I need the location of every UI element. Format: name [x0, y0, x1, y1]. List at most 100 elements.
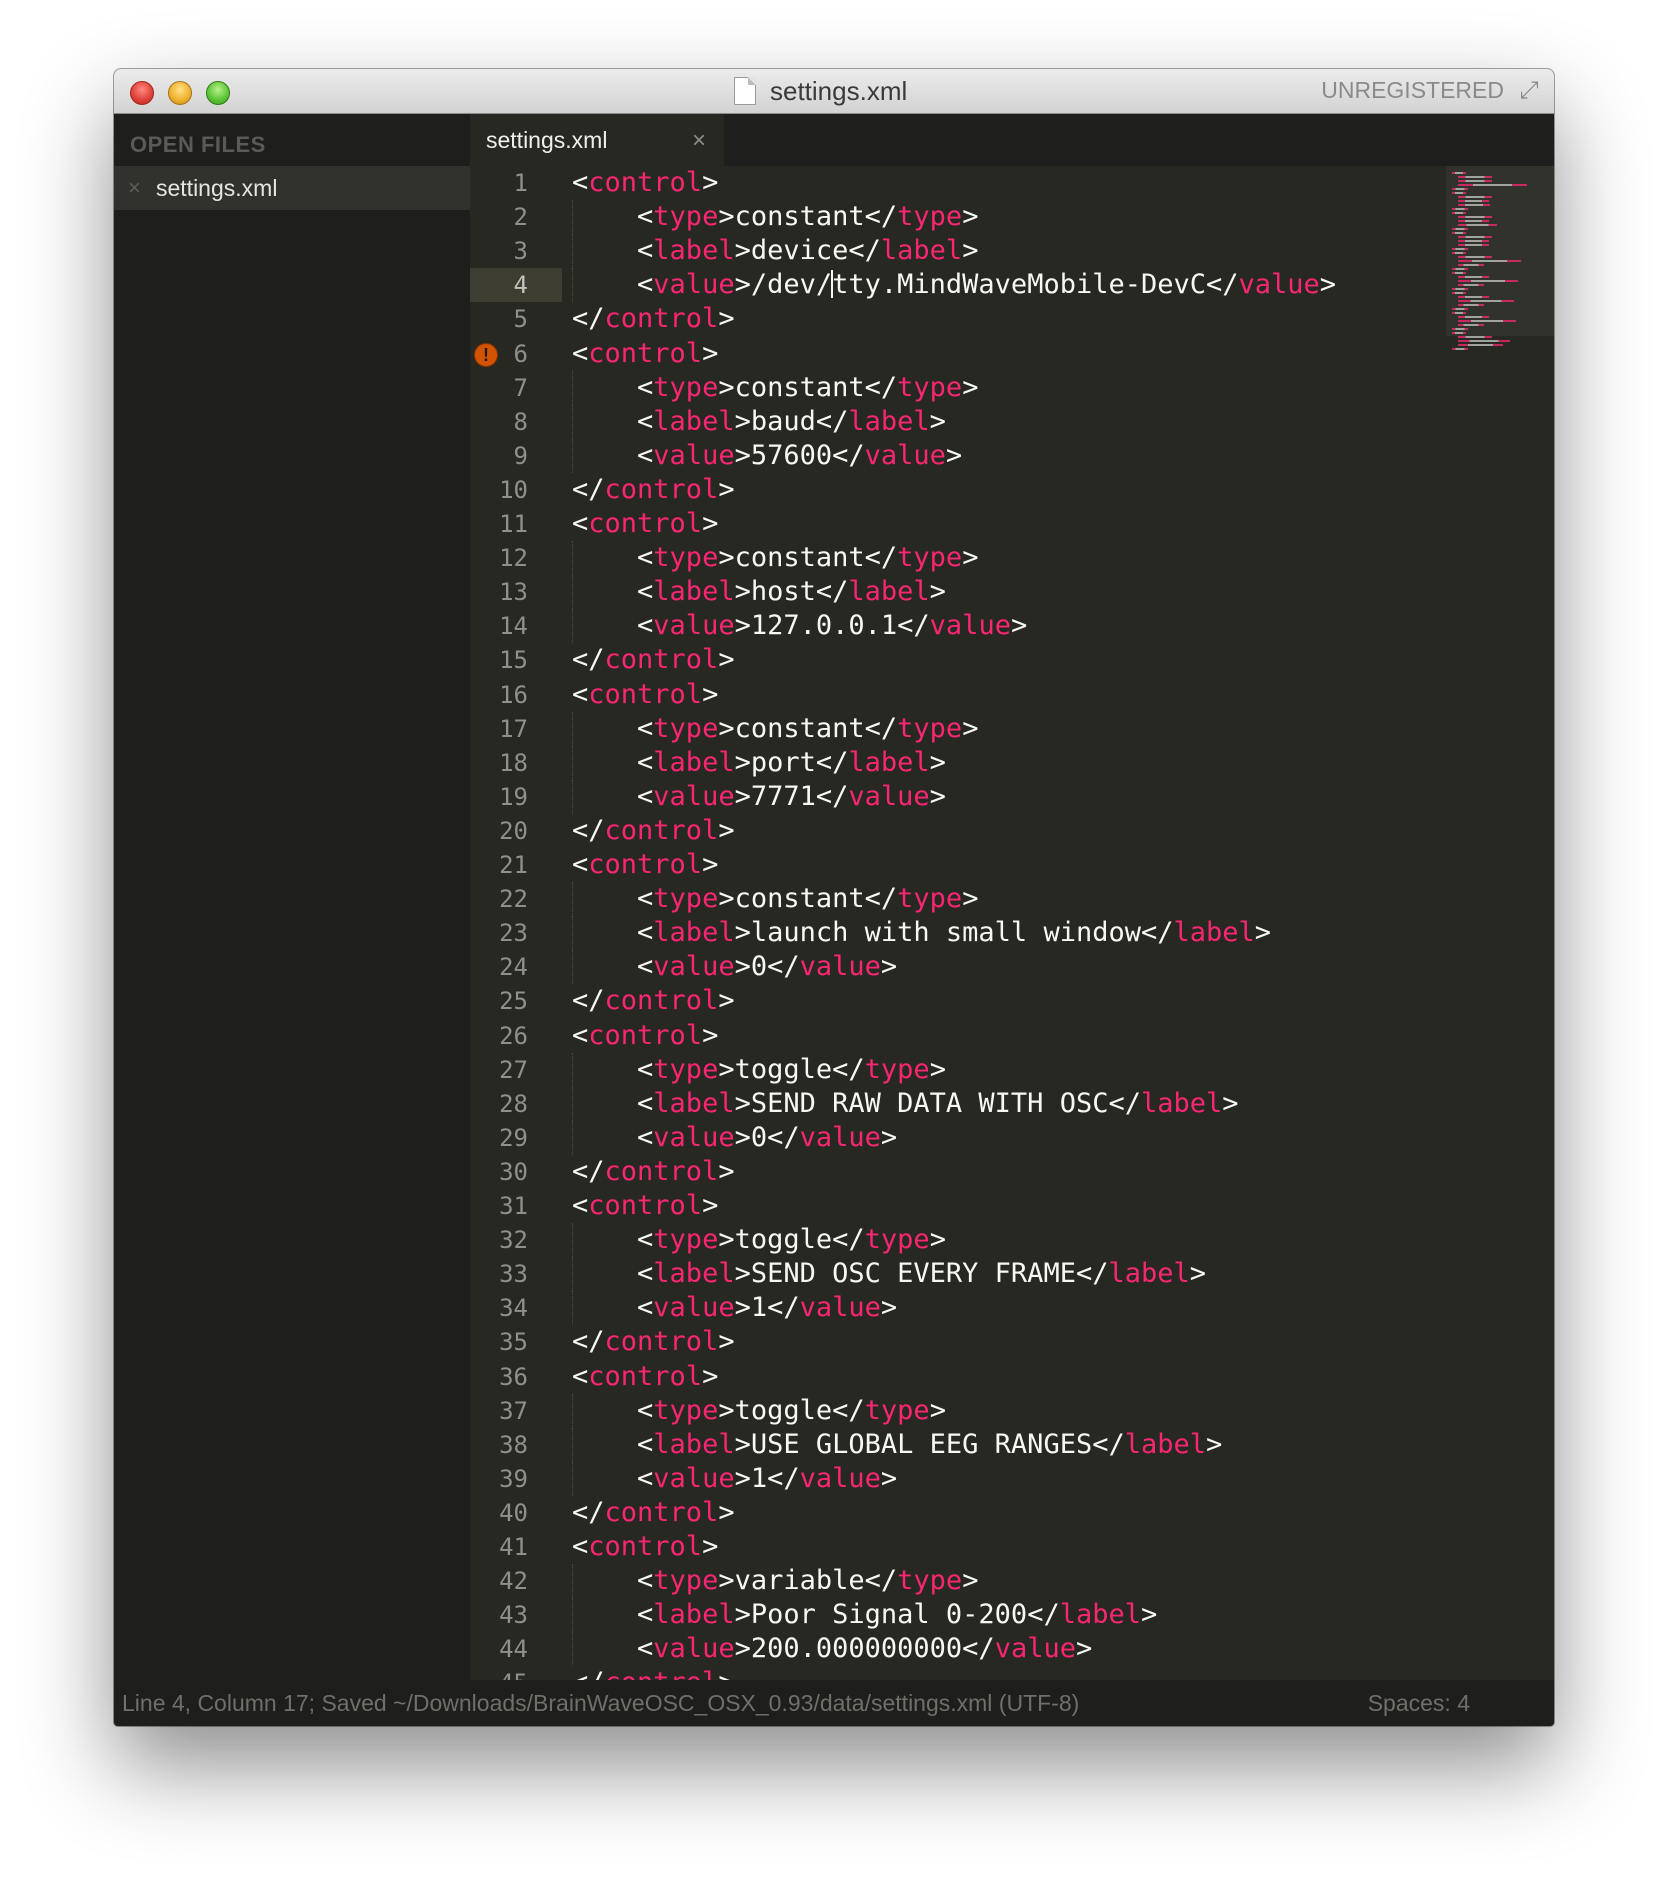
code-line[interactable]: 30 </control>: [470, 1155, 1450, 1189]
code-content: <control>: [572, 678, 719, 710]
code-line[interactable]: 41 <control>: [470, 1530, 1450, 1564]
code-line[interactable]: 2 <type>constant</type>: [470, 200, 1450, 235]
line-number: 43: [499, 1601, 528, 1630]
code-line[interactable]: 10 </control>: [470, 473, 1450, 507]
code-content: <value>1</value>: [637, 1462, 898, 1494]
code-line[interactable]: 16 <control>: [470, 678, 1450, 712]
line-number: 13: [499, 578, 528, 607]
code-line[interactable]: ! 6 <control>: [470, 337, 1450, 371]
code-line[interactable]: 18 <label>port</label>: [470, 745, 1450, 780]
code-text: <control>: [572, 337, 718, 371]
code-line[interactable]: 25 </control>: [470, 984, 1450, 1018]
code-line[interactable]: 37 <type>toggle</type>: [470, 1393, 1450, 1428]
code-text: <value>200.000000000</value>: [572, 1632, 1092, 1666]
minimap-line: [1458, 264, 1484, 266]
minimap-line: [1452, 332, 1467, 334]
code-line[interactable]: 43 <label>Poor Signal 0-200</label>: [470, 1598, 1450, 1633]
code-text: <control>: [572, 507, 718, 541]
code-line[interactable]: 26 <control>: [470, 1019, 1450, 1053]
minimap-line: [1458, 284, 1484, 286]
fullscreen-icon[interactable]: ⤢: [1514, 77, 1544, 105]
minimap-line: [1452, 252, 1467, 254]
code-line[interactable]: 20 </control>: [470, 814, 1450, 848]
minimap-line: [1452, 288, 1468, 290]
code-line[interactable]: 34 <value>1</value>: [470, 1291, 1450, 1326]
close-file-icon[interactable]: ×: [128, 175, 148, 201]
code-line[interactable]: 44 <value>200.000000000</value>: [470, 1632, 1450, 1667]
minimap-line: [1452, 212, 1467, 214]
code-line[interactable]: 17 <type>constant</type>: [470, 711, 1450, 746]
code-line[interactable]: 13 <label>host</label>: [470, 575, 1450, 610]
code-content: <value>0</value>: [637, 951, 898, 983]
code-line[interactable]: 14 <value>127.0.0.1</value>: [470, 609, 1450, 644]
code-content: <value>127.0.0.1</value>: [637, 610, 1028, 642]
code-line[interactable]: 36 <control>: [470, 1360, 1450, 1394]
line-number: 16: [499, 680, 528, 709]
code-line[interactable]: 5 </control>: [470, 302, 1450, 336]
code-line[interactable]: 9 <value>57600</value>: [470, 438, 1450, 473]
line-number: 27: [499, 1055, 528, 1084]
code-line[interactable]: 42 <type>variable</type>: [470, 1564, 1450, 1599]
code-text: <value>0</value>: [572, 1121, 897, 1155]
minimap-line: [1458, 324, 1484, 326]
code-line[interactable]: 39 <value>1</value>: [470, 1461, 1450, 1496]
minimap-line: [1452, 248, 1468, 250]
code-line[interactable]: 40 </control>: [470, 1496, 1450, 1530]
code-line[interactable]: 8 <label>baud</label>: [470, 404, 1450, 439]
minimap-line: [1458, 204, 1491, 206]
line-number: 7: [513, 373, 528, 402]
code-text: <type>constant</type>: [572, 200, 978, 234]
code-line[interactable]: 28 <label>SEND RAW DATA WITH OSC</label>: [470, 1086, 1450, 1121]
code-content: </control>: [572, 303, 735, 335]
close-window-button[interactable]: [130, 81, 154, 105]
code-line[interactable]: 4 <value>/dev/tty.MindWaveMobile-DevC</v…: [470, 268, 1450, 303]
code-line[interactable]: 12 <type>constant</type>: [470, 541, 1450, 576]
code-line[interactable]: 35 </control>: [470, 1325, 1450, 1359]
code-line[interactable]: 15 </control>: [470, 643, 1450, 677]
code-line[interactable]: 22 <type>constant</type>: [470, 882, 1450, 917]
tab-settings-xml[interactable]: settings.xml ×: [470, 114, 724, 166]
code-line[interactable]: 29 <value>0</value>: [470, 1120, 1450, 1155]
code-line[interactable]: 3 <label>device</label>: [470, 234, 1450, 269]
code-editor[interactable]: 1 <control> 2 <type>constant</type> 3 <labe…: [470, 166, 1554, 1680]
code-line[interactable]: 24 <value>0</value>: [470, 950, 1450, 985]
code-line[interactable]: 11 <control>: [470, 507, 1450, 541]
code-line[interactable]: 21 <control>: [470, 848, 1450, 882]
code-content: </control>: [572, 1155, 735, 1187]
close-tab-icon[interactable]: ×: [692, 127, 706, 155]
code-text: <value>1</value>: [572, 1462, 897, 1496]
code-line[interactable]: 31 <control>: [470, 1189, 1450, 1223]
line-number: 34: [499, 1294, 528, 1323]
code-line[interactable]: 1 <control>: [470, 166, 1450, 200]
code-line[interactable]: 27 <type>toggle</type>: [470, 1052, 1450, 1087]
minimap-line: [1458, 256, 1492, 258]
minimap-line: [1458, 236, 1492, 238]
line-number: 36: [499, 1362, 528, 1391]
code-content: <type>variable</type>: [637, 1565, 979, 1597]
code-line[interactable]: 19 <value>7771</value>: [470, 779, 1450, 814]
minimize-window-button[interactable]: [168, 81, 192, 105]
code-content: <label>launch with small window</label>: [637, 917, 1272, 949]
code-line[interactable]: 7 <type>constant</type>: [470, 370, 1450, 405]
sidebar-file-item[interactable]: × settings.xml: [114, 166, 470, 210]
code-line[interactable]: 23 <label>launch with small window</labe…: [470, 916, 1450, 951]
code-content: <type>constant</type>: [637, 371, 979, 403]
code-line[interactable]: 45 </control>: [470, 1666, 1450, 1680]
code-line[interactable]: 33 <label>SEND OSC EVERY FRAME</label>: [470, 1257, 1450, 1292]
status-text: Line 4, Column 17; Saved ~/Downloads/Bra…: [122, 1690, 1080, 1716]
code-line[interactable]: 38 <label>USE GLOBAL EEG RANGES</label>: [470, 1427, 1450, 1462]
line-number: 45: [470, 1666, 528, 1680]
minimap-line: [1452, 228, 1468, 230]
title-bar[interactable]: settings.xml UNREGISTERED ⤢: [114, 69, 1554, 114]
code-content: <type>toggle</type>: [637, 1394, 946, 1426]
indentation-status[interactable]: Spaces: 4: [1368, 1690, 1470, 1717]
minimap-line: [1458, 280, 1518, 282]
maximize-window-button[interactable]: [206, 81, 230, 105]
minimap[interactable]: [1446, 166, 1554, 1680]
code-line[interactable]: 32 <type>toggle</type>: [470, 1223, 1450, 1258]
code-content: </control>: [572, 985, 735, 1017]
